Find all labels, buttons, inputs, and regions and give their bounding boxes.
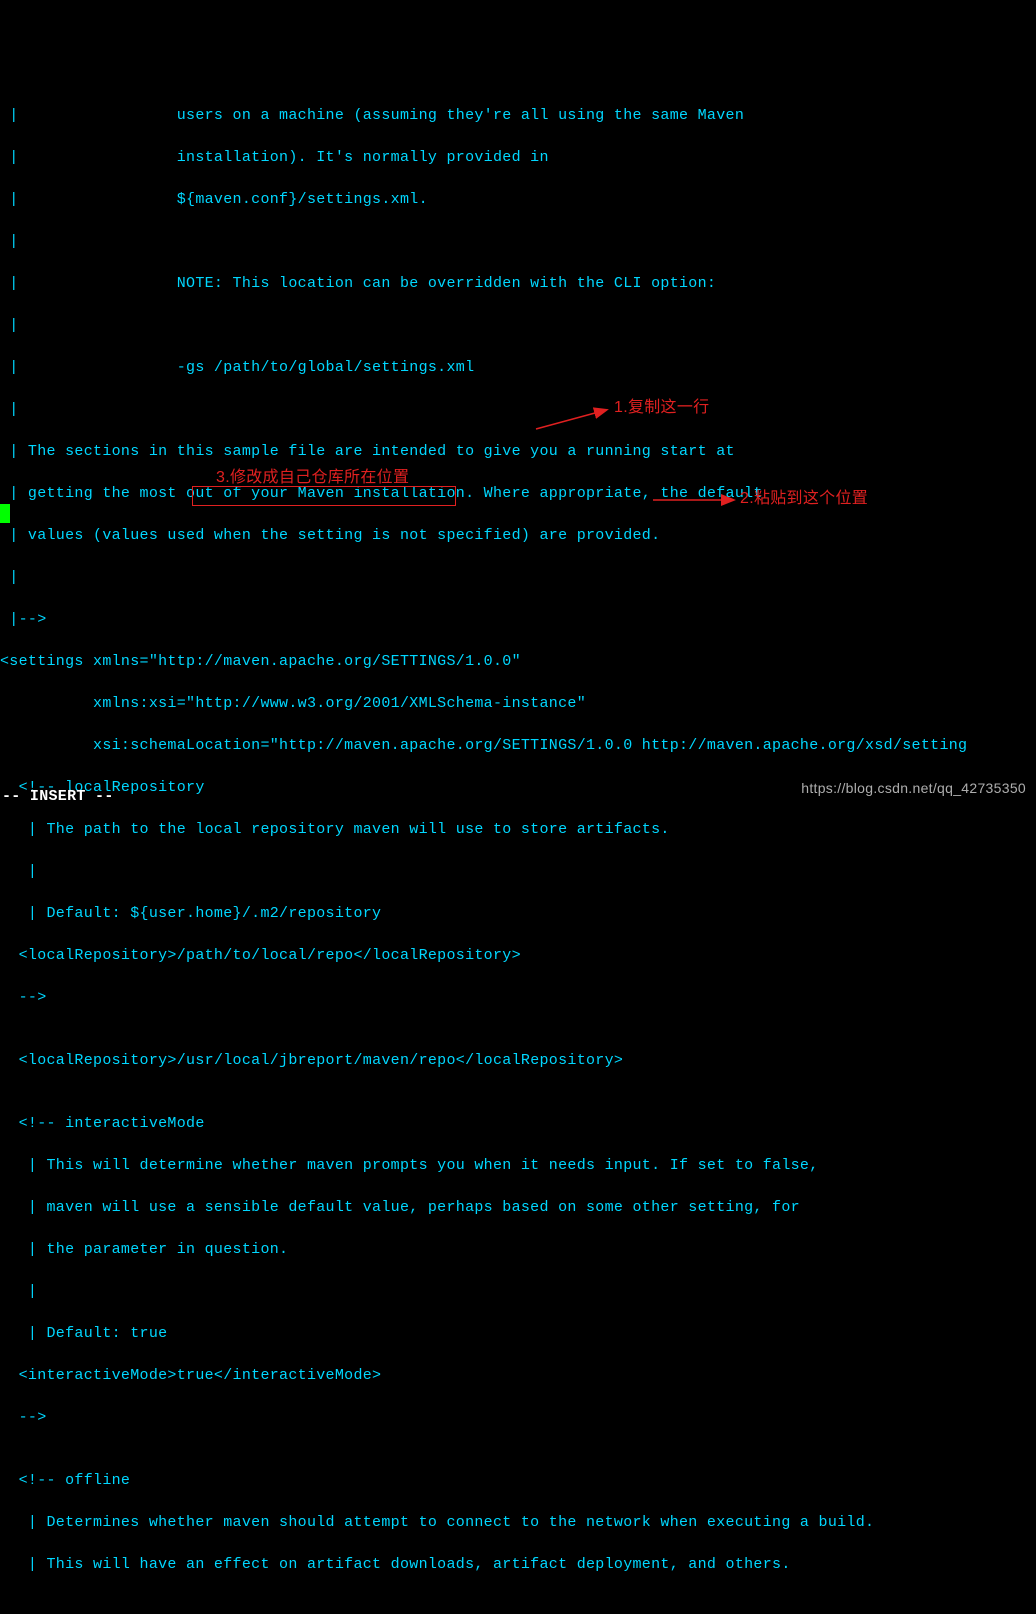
- watermark-text: https://blog.csdn.net/qq_42735350: [801, 779, 1026, 799]
- code-line: | values (values used when the setting i…: [0, 525, 1036, 546]
- code-line: | installation). It's normally provided …: [0, 147, 1036, 168]
- code-line: xmlns:xsi="http://www.w3.org/2001/XMLSch…: [0, 693, 1036, 714]
- code-line: | The path to the local repository maven…: [0, 819, 1036, 840]
- code-line: <interactiveMode>true</interactiveMode>: [0, 1365, 1036, 1386]
- terminal-editor[interactable]: | users on a machine (assuming they're a…: [0, 84, 1036, 1596]
- text-cursor: [0, 504, 10, 523]
- code-line: | NOTE: This location can be overridden …: [0, 273, 1036, 294]
- code-line: |: [0, 567, 1036, 588]
- arrow-2-icon: [650, 494, 740, 506]
- code-line: |: [0, 315, 1036, 336]
- code-line: <settings xmlns="http://maven.apache.org…: [0, 651, 1036, 672]
- annotation-copy-line: 1.复制这一行: [614, 397, 709, 419]
- code-line: <!-- offline: [0, 1470, 1036, 1491]
- code-line: | The sections in this sample file are i…: [0, 441, 1036, 462]
- code-line: | -gs /path/to/global/settings.xml: [0, 357, 1036, 378]
- highlight-box: [192, 486, 456, 506]
- code-line: | Default: ${user.home}/.m2/repository: [0, 903, 1036, 924]
- code-line: |-->: [0, 609, 1036, 630]
- edited-line: <localRepository>/usr/local/jbreport/mav…: [0, 1050, 1036, 1071]
- code-line: | This will determine whether maven prom…: [0, 1155, 1036, 1176]
- code-line: |: [0, 861, 1036, 882]
- code-line: | ${maven.conf}/settings.xml.: [0, 189, 1036, 210]
- code-line: <!-- interactiveMode: [0, 1113, 1036, 1134]
- code-line: -->: [0, 987, 1036, 1008]
- code-line: xsi:schemaLocation="http://maven.apache.…: [0, 735, 1036, 756]
- code-line: | users on a machine (assuming they're a…: [0, 105, 1036, 126]
- code-line: <localRepository>/path/to/local/repo</lo…: [0, 945, 1036, 966]
- code-line: |: [0, 399, 1036, 420]
- code-line: | maven will use a sensible default valu…: [0, 1197, 1036, 1218]
- code-line: | Determines whether maven should attemp…: [0, 1512, 1036, 1533]
- code-line: | the parameter in question.: [0, 1239, 1036, 1260]
- arrow-1-icon: [533, 407, 613, 437]
- code-line: -->: [0, 1407, 1036, 1428]
- code-line: |: [0, 1281, 1036, 1302]
- code-line: |: [0, 231, 1036, 252]
- code-line: | This will have an effect on artifact d…: [0, 1554, 1036, 1575]
- code-line: | getting the most out of your Maven ins…: [0, 483, 1036, 504]
- code-line: | Default: true: [0, 1323, 1036, 1344]
- annotation-paste-here: 2.粘贴到这个位置: [740, 488, 868, 510]
